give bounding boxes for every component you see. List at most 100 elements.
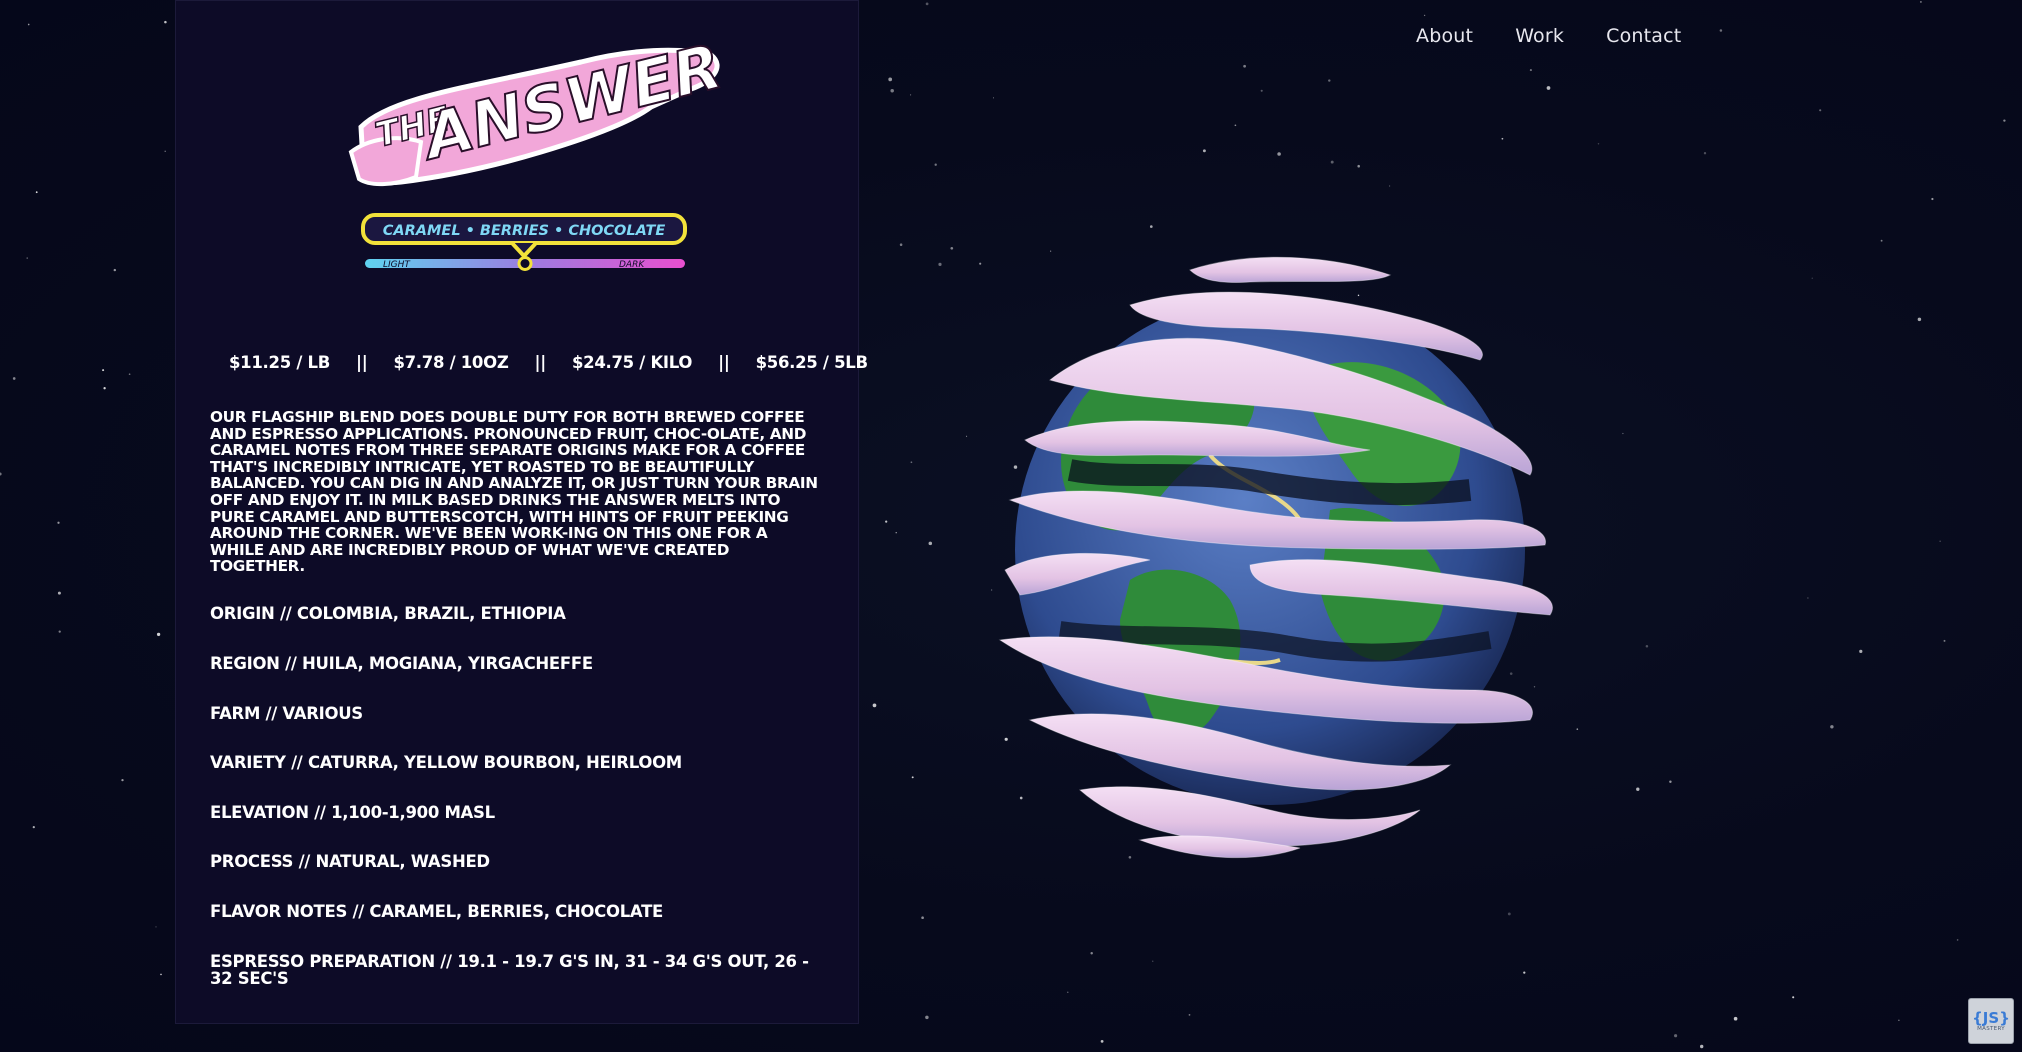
- star: [890, 88, 894, 93]
- star: [885, 520, 888, 523]
- star: [1389, 185, 1391, 187]
- star: [1152, 960, 1154, 962]
- star: [27, 23, 30, 26]
- star: [160, 973, 162, 976]
- roast-level-marker: [517, 256, 533, 271]
- star: [1357, 164, 1360, 168]
- badge-subtitle: MASTERY: [1977, 1025, 2005, 1032]
- star: [102, 369, 105, 372]
- price-5lb: $56.25 / 5LB: [755, 353, 868, 372]
- spec-process: PROCESS // NATURAL, WASHED: [210, 852, 490, 871]
- star: [1733, 1016, 1738, 1021]
- star: [1622, 432, 1624, 435]
- star: [1523, 971, 1526, 974]
- star: [1898, 1019, 1900, 1021]
- star: [1328, 79, 1331, 82]
- star: [934, 163, 937, 166]
- nav-contact[interactable]: Contact: [1606, 22, 1681, 50]
- star: [1636, 787, 1640, 791]
- star: [1277, 152, 1281, 156]
- star: [911, 776, 914, 779]
- star: [164, 150, 166, 153]
- price-separator: ||: [718, 353, 730, 372]
- star: [1507, 912, 1511, 916]
- flavor-banner: CARAMEL • BERRIES • CHOCOLATE: [361, 213, 687, 259]
- earth-globe: [998, 256, 1553, 859]
- star: [1501, 137, 1504, 140]
- price-separator: ||: [534, 353, 547, 372]
- price-list: $11.25 / LB || $7.78 / 10OZ || $24.75 / …: [229, 353, 868, 372]
- the-answer-logo: THE ANSWER CARAMEL • BERRIES • CHOCOLATE: [348, 28, 730, 271]
- star: [1919, 0, 1922, 3]
- star: [928, 541, 933, 546]
- star: [872, 703, 877, 708]
- star: [2003, 119, 2006, 122]
- star: [1669, 780, 1672, 784]
- star: [103, 387, 106, 390]
- star: [0, 472, 2, 476]
- star: [1956, 939, 1959, 941]
- star: [1423, 14, 1426, 17]
- star: [1597, 143, 1600, 145]
- nav-work[interactable]: Work: [1515, 22, 1564, 50]
- js-mastery-badge[interactable]: {JS} MASTERY: [1968, 998, 2014, 1044]
- star: [1243, 64, 1246, 68]
- star: [910, 461, 913, 464]
- roast-dark-label: DARK: [619, 260, 645, 270]
- globe-icon[interactable]: [950, 250, 1590, 870]
- star: [1939, 540, 1941, 542]
- spec-origin: ORIGIN // COLOMBIA, BRAZIL, ETHIOPIA: [210, 604, 566, 623]
- star: [993, 97, 994, 99]
- star: [1807, 597, 1809, 599]
- star: [1792, 996, 1795, 999]
- star: [155, 926, 157, 928]
- hero-scene: About Work Contact THE ANSWER CARAMEL • …: [0, 0, 2022, 1052]
- star: [1188, 1014, 1191, 1016]
- star: [121, 778, 124, 782]
- star: [35, 191, 38, 194]
- star: [1529, 69, 1532, 72]
- price-10oz: $7.78 / 10OZ: [393, 353, 509, 372]
- star: [1067, 991, 1069, 993]
- star: [164, 20, 167, 24]
- badge-logo-text: {JS}: [1972, 1008, 2010, 1027]
- product-logo: THE ANSWER CARAMEL • BERRIES • CHOCOLATE: [331, 27, 731, 277]
- price-lb: $11.25 / LB: [229, 353, 330, 372]
- star: [1700, 1044, 1704, 1049]
- star: [921, 916, 924, 920]
- product-description: OUR FLAGSHIP BLEND DOES DOUBLE DUTY FOR …: [210, 408, 818, 576]
- spec-farm: FARM // VARIOUS: [210, 704, 363, 723]
- star: [925, 1015, 929, 1020]
- roast-light-label: LIGHT: [383, 260, 411, 270]
- roast-scale: LIGHT DARK: [365, 256, 685, 271]
- flavor-banner-text: CARAMEL • BERRIES • CHOCOLATE: [383, 223, 666, 239]
- star: [1090, 951, 1093, 955]
- star: [1202, 149, 1206, 153]
- star: [938, 262, 942, 266]
- star: [156, 632, 161, 637]
- star: [1703, 152, 1707, 155]
- nav-about[interactable]: About: [1416, 22, 1473, 50]
- star: [888, 77, 893, 82]
- star: [1100, 1040, 1104, 1043]
- spec-flavor-notes: FLAVOR NOTES // CARAMEL, BERRIES, CHOCOL…: [210, 902, 664, 921]
- top-nav: About Work Contact: [1416, 22, 1723, 50]
- logo-word-answer: ANSWER: [412, 29, 729, 174]
- star: [57, 591, 61, 595]
- price-separator: ||: [355, 353, 368, 372]
- star: [1674, 1034, 1678, 1038]
- star: [1330, 160, 1334, 164]
- star: [32, 826, 35, 829]
- star: [12, 377, 16, 380]
- star: [1859, 649, 1863, 654]
- star: [1260, 89, 1263, 92]
- star: [113, 268, 117, 272]
- star: [1880, 239, 1883, 242]
- product-card: THE ANSWER CARAMEL • BERRIES • CHOCOLATE: [175, 0, 868, 1024]
- price-kilo: $24.75 / KILO: [571, 353, 693, 372]
- spec-region: REGION // HUILA, MOGIANA, YIRGACHEFFE: [210, 654, 593, 673]
- star: [128, 373, 131, 376]
- star: [1234, 124, 1237, 127]
- star: [895, 532, 897, 534]
- star: [1943, 639, 1946, 642]
